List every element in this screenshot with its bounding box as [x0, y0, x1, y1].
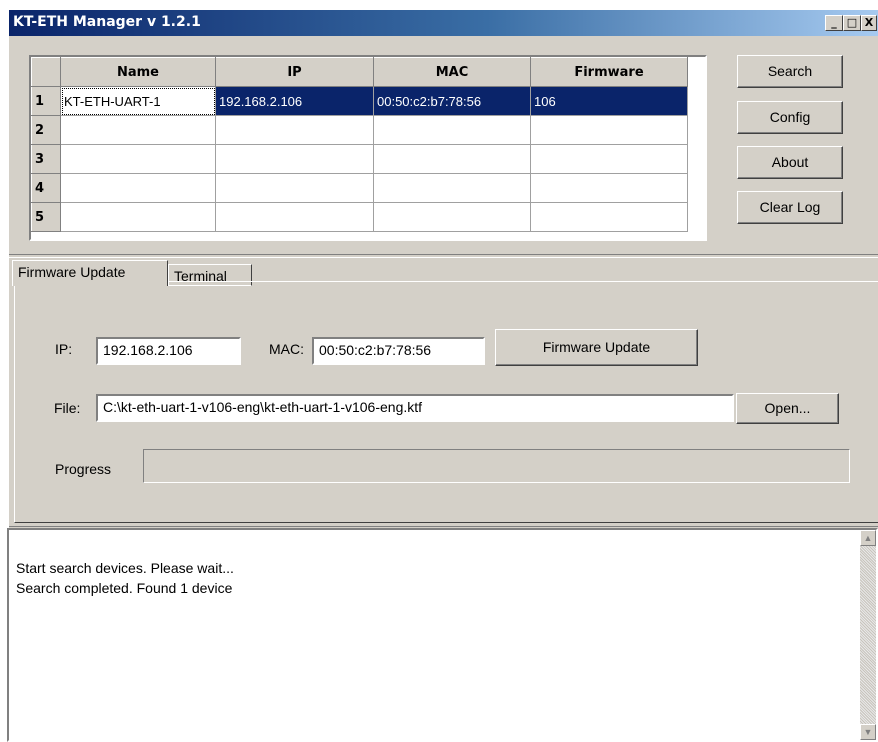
ip-field[interactable]: 192.168.2.106: [96, 337, 241, 365]
minimize-button[interactable]: _: [825, 15, 843, 31]
column-header-name[interactable]: Name: [60, 57, 216, 87]
tab-firmware-update[interactable]: Firmware Update: [12, 260, 168, 286]
table-row[interactable]: 2: [31, 115, 688, 145]
column-header-firmware[interactable]: Firmware: [530, 57, 688, 87]
clear-log-button[interactable]: Clear Log: [737, 191, 843, 224]
cell-ip[interactable]: [215, 115, 374, 145]
cell-firmware[interactable]: [530, 144, 688, 174]
table-row[interactable]: 3: [31, 144, 688, 174]
cell-firmware[interactable]: [530, 173, 688, 203]
log-area[interactable]: Start search devices. Please wait... Sea…: [7, 528, 878, 742]
progress-label: Progress: [55, 461, 112, 477]
splitter[interactable]: [9, 254, 878, 258]
cell-name[interactable]: KT-ETH-UART-1: [60, 86, 216, 116]
device-table: Name IP MAC Firmware 1 KT-ETH-UART-1 192…: [31, 57, 688, 232]
scroll-down-arrow-icon[interactable]: ▼: [860, 724, 876, 740]
progress-bar: [143, 449, 850, 483]
file-label: File:: [54, 400, 81, 416]
about-button[interactable]: About: [737, 146, 843, 179]
row-number[interactable]: 2: [31, 115, 61, 145]
cell-ip[interactable]: 192.168.2.106: [215, 86, 374, 116]
cell-firmware[interactable]: [530, 202, 688, 232]
column-header-mac[interactable]: MAC: [373, 57, 531, 87]
maximize-button[interactable]: □: [843, 15, 861, 31]
row-number[interactable]: 5: [31, 202, 61, 232]
table-row[interactable]: 4: [31, 173, 688, 203]
row-number[interactable]: 4: [31, 173, 61, 203]
mac-field[interactable]: 00:50:c2:b7:78:56: [312, 337, 485, 365]
cell-name[interactable]: [60, 144, 216, 174]
cell-ip[interactable]: [215, 202, 374, 232]
cell-ip[interactable]: [215, 144, 374, 174]
mac-label: MAC:: [269, 341, 304, 357]
column-header-ip[interactable]: IP: [215, 57, 374, 87]
table-row[interactable]: 5: [31, 202, 688, 232]
search-button[interactable]: Search: [737, 55, 843, 88]
ip-label: IP:: [55, 341, 73, 357]
config-button[interactable]: Config: [737, 101, 843, 134]
file-path-field[interactable]: C:\kt-eth-uart-1-v106-eng\kt-eth-uart-1-…: [96, 394, 734, 422]
log-line: Search completed. Found 1 device: [16, 580, 233, 596]
cell-name[interactable]: [60, 173, 216, 203]
device-grid[interactable]: Name IP MAC Firmware 1 KT-ETH-UART-1 192…: [29, 55, 707, 241]
row-number[interactable]: 3: [31, 144, 61, 174]
close-button[interactable]: X: [861, 15, 877, 31]
cell-mac[interactable]: [373, 173, 531, 203]
cell-name[interactable]: [60, 115, 216, 145]
firmware-update-button[interactable]: Firmware Update: [495, 329, 698, 366]
log-scrollbar[interactable]: ▲ ▼: [860, 530, 876, 740]
cell-ip[interactable]: [215, 173, 374, 203]
firmware-update-panel: IP: 192.168.2.106 MAC: 00:50:c2:b7:78:56…: [14, 281, 878, 523]
cell-mac[interactable]: 00:50:c2:b7:78:56: [373, 86, 531, 116]
cell-mac[interactable]: [373, 115, 531, 145]
cell-name[interactable]: [60, 202, 216, 232]
cell-mac[interactable]: [373, 202, 531, 232]
cell-mac[interactable]: [373, 144, 531, 174]
cell-firmware[interactable]: 106: [530, 86, 688, 116]
log-line: Start search devices. Please wait...: [16, 560, 234, 576]
table-row[interactable]: 1 KT-ETH-UART-1 192.168.2.106 00:50:c2:b…: [31, 86, 688, 116]
scroll-up-arrow-icon[interactable]: ▲: [860, 530, 876, 546]
title-bar[interactable]: KT-ETH Manager v 1.2.1 _ □ X: [9, 10, 878, 36]
grid-header-row: Name IP MAC Firmware: [31, 57, 688, 87]
row-number[interactable]: 1: [31, 86, 61, 116]
window-title: KT-ETH Manager v 1.2.1: [13, 14, 201, 30]
grid-corner: [31, 57, 61, 87]
open-button[interactable]: Open...: [736, 393, 839, 424]
cell-firmware[interactable]: [530, 115, 688, 145]
